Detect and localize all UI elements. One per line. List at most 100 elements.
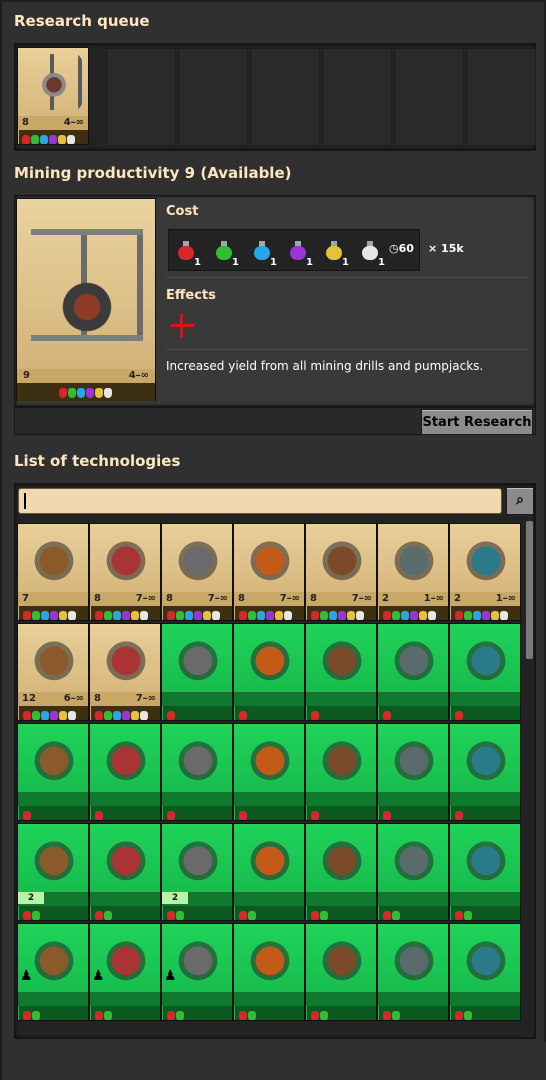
technology-count-badge: 2 — [18, 892, 44, 904]
technology-packs — [19, 806, 88, 820]
divider — [166, 277, 528, 278]
technology-tile[interactable] — [305, 723, 377, 821]
science-pack-icon — [419, 611, 427, 620]
technology-range: 6–∞ — [63, 693, 84, 704]
technology-tile[interactable]: 8 7–∞ — [233, 523, 305, 621]
science-pack-icon — [473, 611, 481, 620]
refined-flammables-icon — [242, 530, 298, 586]
science-pack-icon — [455, 611, 463, 620]
technology-tile[interactable] — [233, 823, 305, 921]
technology-tile[interactable] — [305, 623, 377, 721]
science-pack-icon — [95, 811, 103, 820]
science-pack-icon — [500, 611, 508, 620]
technology-tile[interactable] — [449, 723, 521, 821]
science-pack-icon — [284, 611, 292, 620]
science-pack-icon — [275, 611, 283, 620]
technology-tile[interactable] — [377, 823, 449, 921]
selected-technology-title: Mining productivity 9 (Available) — [14, 164, 292, 182]
technology-count-badge: 2 — [162, 892, 188, 904]
search-icon: ⌕ — [516, 492, 524, 508]
technology-tile[interactable] — [377, 723, 449, 821]
technology-packs — [91, 606, 160, 620]
chemical-pack-icon: 1 — [251, 238, 277, 268]
technology-tile[interactable]: 8 7–∞ — [161, 523, 233, 621]
technology-tile[interactable] — [449, 823, 521, 921]
science-pack-icon — [32, 711, 40, 720]
technology-tile[interactable]: ♟ — [161, 923, 233, 1021]
technology-tile[interactable]: 2 1–∞ — [377, 523, 449, 621]
technology-tile[interactable] — [305, 823, 377, 921]
technology-tile[interactable]: 8 7–∞ — [89, 523, 161, 621]
science-pack-icon — [167, 811, 175, 820]
technology-tile[interactable] — [449, 923, 521, 1021]
technology-tile[interactable] — [377, 623, 449, 721]
technology-tile[interactable]: 2 — [17, 823, 89, 921]
technology-tile[interactable] — [161, 723, 233, 821]
research-queue-title: Research queue — [14, 12, 150, 30]
technology-tile[interactable] — [233, 723, 305, 821]
search-input[interactable] — [18, 488, 502, 514]
artillery-range-icon — [458, 530, 514, 586]
technology-tile[interactable] — [161, 623, 233, 721]
search-button[interactable]: ⌕ — [506, 487, 534, 515]
technology-packs — [307, 1006, 376, 1020]
technology-tile[interactable] — [89, 823, 161, 921]
research-flask-icon — [98, 830, 154, 886]
technology-tile[interactable] — [233, 923, 305, 1021]
prerequisite-person-icon: ♟ — [92, 968, 105, 984]
technology-tile[interactable] — [17, 723, 89, 821]
technology-tile[interactable] — [449, 623, 521, 721]
start-research-button[interactable]: Start Research — [421, 409, 533, 435]
technology-packs — [163, 1006, 232, 1020]
technology-tile[interactable] — [377, 923, 449, 1021]
science-pack-icon — [455, 811, 463, 820]
science-pack-icon — [311, 611, 319, 620]
technology-range: 7–∞ — [351, 593, 372, 604]
science-pack-icon — [239, 1011, 247, 1020]
science-pack-icon — [464, 911, 472, 920]
queue-empty-slot — [178, 48, 248, 146]
technology-level: 8 — [94, 593, 101, 604]
science-pack-icon — [266, 611, 274, 620]
scrollbar-thumb[interactable] — [526, 521, 533, 659]
technology-tile[interactable]: 8 7–∞ — [89, 623, 161, 721]
science-pack-icon — [311, 1011, 319, 1020]
scrollbar-track[interactable] — [525, 519, 534, 1037]
technology-tile[interactable] — [233, 623, 305, 721]
technology-tile[interactable]: ♟ — [17, 923, 89, 1021]
technology-window: Research queue 8 4–∞ Mining productivity… — [0, 0, 546, 1080]
technology-level: 8 — [238, 593, 245, 604]
technology-tile[interactable] — [305, 923, 377, 1021]
technology-tile[interactable] — [89, 723, 161, 821]
technology-level: 2 — [454, 593, 461, 604]
clock-icon: ◷ — [389, 242, 399, 255]
science-pack-icon — [167, 911, 175, 920]
selected-technology-card: 9 4–∞ — [16, 198, 156, 401]
technology-packs — [163, 706, 232, 720]
science-pack-icon — [248, 911, 256, 920]
queue-empty-slot — [394, 48, 464, 146]
military-2-icon — [26, 830, 82, 886]
queue-item[interactable]: 8 4–∞ — [17, 47, 89, 145]
technology-tile[interactable]: 2 1–∞ — [449, 523, 521, 621]
mining-drill-icon — [26, 54, 82, 110]
technology-tile[interactable]: 8 7–∞ — [305, 523, 377, 621]
rail-curve-icon — [386, 930, 442, 986]
technology-packs — [235, 806, 304, 820]
technology-tile[interactable]: ♟ — [89, 923, 161, 1021]
technology-tile[interactable]: 2 — [161, 823, 233, 921]
artillery-shell-range-icon — [26, 530, 82, 586]
technology-level: 8 — [94, 693, 101, 704]
science-pack-icon — [50, 611, 58, 620]
logistic-science-pack-icon — [458, 730, 514, 786]
electronics-icon — [170, 630, 226, 686]
technology-tile[interactable]: 12 6–∞ — [17, 623, 89, 721]
science-pack-icon — [140, 611, 148, 620]
text-cursor — [24, 493, 26, 509]
science-pack-icon — [257, 611, 265, 620]
science-pack-icon — [104, 911, 112, 920]
science-pack-icon — [212, 611, 220, 620]
science-pack-icon — [248, 1011, 256, 1020]
technology-tile[interactable]: 7 — [17, 523, 89, 621]
science-pack-icon — [131, 611, 139, 620]
